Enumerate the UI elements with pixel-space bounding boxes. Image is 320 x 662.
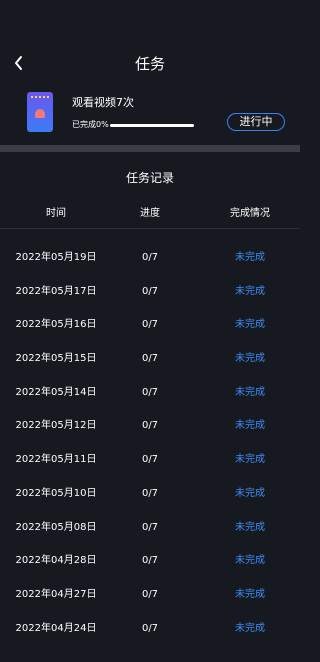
row-status: 未完成: [235, 521, 265, 533]
status-button[interactable]: 进行中: [227, 113, 285, 131]
row-date: 2022年05月08日: [15, 521, 97, 533]
table-header: 时间 进度 完成情况: [0, 206, 300, 228]
row-date: 2022年05月19日: [15, 252, 97, 263]
row-status: 未完成: [235, 319, 265, 331]
row-status: 未完成: [235, 285, 265, 297]
table-row: 2022年05月10日 0/7 未完成: [0, 486, 300, 520]
row-date: 2022年05月10日: [15, 487, 97, 499]
row-date: 2022年05月12日: [15, 420, 97, 432]
row-status: 未完成: [235, 386, 265, 398]
row-status: 未完成: [235, 420, 265, 432]
row-progress: 0/7: [141, 319, 159, 331]
header-divider: [0, 228, 300, 229]
row-status: 未完成: [235, 487, 265, 499]
section-divider: [0, 145, 300, 152]
row-progress: 0/7: [141, 622, 159, 634]
row-date: 2022年05月16日: [15, 319, 97, 331]
row-progress: 0/7: [141, 521, 159, 533]
row-progress: 0/7: [141, 420, 159, 432]
row-date: 2022年04月27日: [15, 588, 97, 600]
row-date: 2022年05月17日: [15, 285, 97, 297]
table-row: 2022年04月24日 0/7 未完成: [0, 621, 300, 655]
table-row: 2022年05月12日 0/7 未完成: [0, 418, 300, 452]
row-status: 未完成: [235, 622, 265, 634]
task-name: 观看视频7次: [72, 96, 134, 109]
row-progress: 0/7: [141, 555, 159, 567]
table-row: 2022年05月16日 0/7 未完成: [0, 317, 300, 351]
page-title: 任务: [134, 55, 165, 73]
row-progress: 0/7: [141, 285, 159, 297]
nav-bar: 任务: [0, 48, 300, 82]
table-row: 2022年04月27日 0/7 未完成: [0, 587, 300, 621]
table-row: 2022年05月08日 0/7 未完成: [0, 520, 300, 554]
column-header-progress: 进度: [140, 208, 160, 219]
row-date: 2022年05月14日: [15, 386, 97, 398]
row-progress: 0/7: [141, 487, 159, 499]
table-row: 2022年05月17日 0/7 未完成: [0, 284, 300, 318]
table-row: 2022年05月11日 0/7 未完成: [0, 452, 300, 486]
row-progress: 0/7: [141, 252, 159, 263]
table-row: 2022年05月19日 0/7 未完成: [0, 250, 300, 284]
table-row: 2022年05月15日 0/7 未完成: [0, 351, 300, 385]
row-date: 2022年04月24日: [15, 622, 97, 634]
column-header-date: 时间: [46, 208, 66, 219]
row-progress: 0/7: [141, 386, 159, 398]
row-status: 未完成: [235, 252, 265, 263]
row-date: 2022年05月11日: [15, 454, 97, 466]
row-date: 2022年05月15日: [15, 353, 97, 365]
row-progress: 0/7: [141, 353, 159, 365]
task-card: 观看视频7次 已完成0% 进行中: [0, 92, 300, 142]
row-date: 2022年04月28日: [15, 555, 97, 567]
row-status: 未完成: [235, 353, 265, 365]
table-row: 2022年04月28日 0/7 未完成: [0, 553, 300, 587]
video-thumbnail-icon: [27, 92, 53, 132]
row-status: 未完成: [235, 454, 265, 466]
records-title: 任务记录: [125, 171, 174, 185]
column-header-status: 完成情况: [230, 208, 270, 219]
progress-bar: [110, 124, 194, 127]
progress-label: 已完成0%: [72, 120, 109, 129]
records-list: 2022年05月19日 0/7 未完成 2022年05月17日 0/7 未完成 2022年0…: [0, 250, 300, 654]
row-progress: 0/7: [141, 454, 159, 466]
row-progress: 0/7: [141, 588, 159, 600]
table-row: 2022年05月14日 0/7 未完成: [0, 385, 300, 419]
row-status: 未完成: [235, 588, 265, 600]
row-status: 未完成: [235, 555, 265, 567]
